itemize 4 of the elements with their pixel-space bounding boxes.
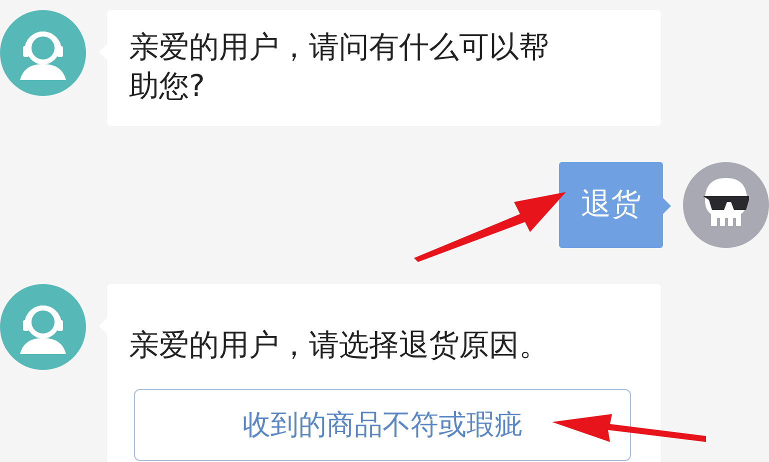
- message-text: 退货: [581, 187, 641, 222]
- message-text: 亲爱的用户，请选择退货原因。: [129, 327, 550, 365]
- option-button[interactable]: 收到的商品不符或瑕疵: [134, 389, 631, 461]
- message-text: 亲爱的用户，请问有什么可以帮助您?: [129, 29, 550, 106]
